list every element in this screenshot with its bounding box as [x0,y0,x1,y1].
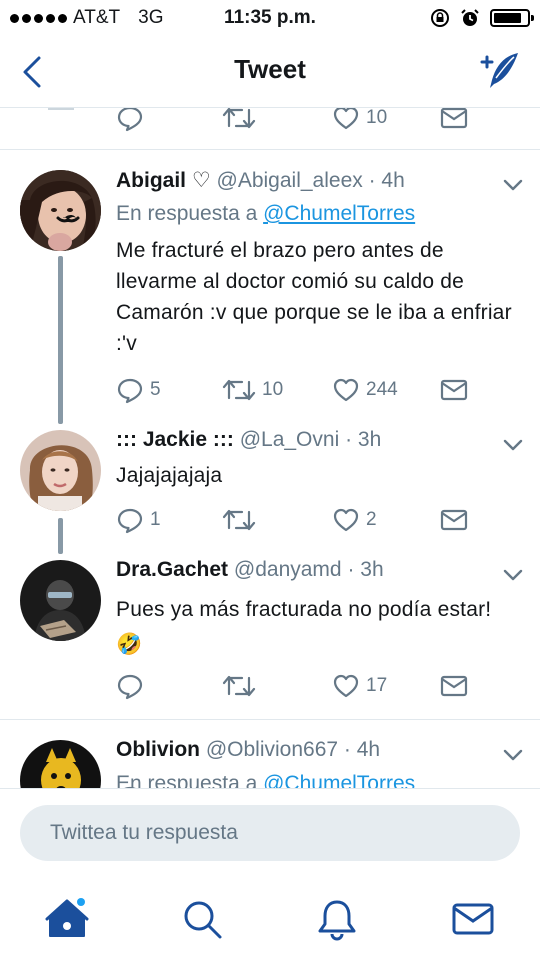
tweet-text: Me fracturé el brazo pero antes de lleva… [116,239,512,355]
like-count: 244 [366,379,398,400]
handle[interactable]: @Oblivion667 [206,738,338,761]
tweet-header: ::: Jackie ::: @La_Ovni · 3h [116,428,381,452]
tab-bar [0,878,540,960]
alarm-icon [461,9,479,26]
message-button[interactable] [440,376,468,404]
reply-button[interactable] [116,108,144,132]
home-icon[interactable] [44,896,90,942]
reply-icon [117,674,143,700]
heart-icon [333,108,359,130]
tweet-text: Pues ya más fracturada no podía estar! 🤣 [116,598,492,656]
chevron-down-icon[interactable] [500,432,526,458]
tweet-oblivion[interactable]: Oblivion @Oblivion667 · 4h En respuesta … [0,720,540,788]
reply-input[interactable]: Twittea tu respuesta [20,805,520,861]
reply-prefix: En respuesta a [116,202,258,225]
reply-button[interactable]: 1 [116,506,161,534]
avatar[interactable] [20,740,101,788]
previous-tweet-actions: 10 [0,108,540,148]
tweet-header: Abigail ♡ @Abigail_aleex · 4h [116,168,405,193]
page-title: Tweet [234,54,306,84]
reply-to-link[interactable]: @ChumelTorres [263,772,415,788]
tweet-header: Dra.Gachet @danyamd · 3h [116,558,384,582]
avatar-abigail [20,170,101,251]
timestamp: · 3h [345,428,382,451]
retweet-icon [222,675,256,697]
retweet-icon [222,509,256,531]
message-button[interactable] [440,672,468,700]
reply-icon [117,108,143,132]
handle[interactable]: @danyamd [234,558,342,581]
like-count: 2 [366,509,377,530]
reply-count: 1 [150,509,161,530]
message-button[interactable] [440,108,468,132]
compose-tweet-icon[interactable] [474,48,524,92]
tweet-abigail[interactable]: Abigail ♡ @Abigail_aleex · 4h En respues… [0,150,540,410]
avatar[interactable] [20,430,101,511]
avatar[interactable] [20,560,101,641]
retweet-button[interactable] [222,108,256,132]
avatar-jackie [20,430,101,511]
mail-icon [440,108,468,129]
heart-icon [333,508,359,532]
mail-icon[interactable] [450,896,496,942]
reply-context: En respuesta a @ChumelTorres [116,772,415,788]
timestamp: · 4h [368,169,405,192]
tweet-jackie[interactable]: ::: Jackie ::: @La_Ovni · 3h Jajajajajaj… [0,410,540,540]
bell-icon[interactable] [314,896,360,942]
timestamp: · 4h [343,738,381,761]
tweet-text: Jajajajajaja [116,464,223,487]
mail-icon [440,379,468,401]
retweet-button[interactable] [222,672,256,700]
heart-icon [333,674,359,698]
retweet-count: 10 [262,379,284,400]
rotation-lock-icon [431,9,449,27]
avatar-dra-gachet [20,560,101,641]
display-name[interactable]: Abigail ♡ [116,169,211,192]
reply-button[interactable] [116,672,144,700]
chevron-down-icon[interactable] [500,172,526,198]
timestamp: · 3h [347,558,384,581]
reply-composer-bar: Twittea tu respuesta [0,788,540,878]
like-count: 10 [366,108,388,128]
reply-button[interactable]: 5 [116,376,161,404]
chevron-down-icon[interactable] [500,562,526,588]
display-name[interactable]: Oblivion [116,738,200,761]
reply-prefix: En respuesta a [116,772,258,788]
reply-context: En respuesta a @ChumelTorres [116,202,415,226]
chevron-down-icon[interactable] [500,742,526,768]
reply-icon [117,378,143,404]
reply-count: 5 [150,379,161,400]
search-icon[interactable] [179,896,225,942]
display-name[interactable]: ::: Jackie ::: [116,428,234,451]
battery-icon [490,9,534,27]
handle[interactable]: @Abigail_aleex [217,169,363,192]
status-bar: AT&T 3G 11:35 p.m. [0,0,540,36]
tweet-thread[interactable]: 10 Abigail ♡ @Abigail_aleex · 4h En resp… [0,108,540,788]
message-button[interactable] [440,506,468,534]
avatar[interactable] [20,170,101,251]
retweet-icon [222,108,256,129]
heart-icon [333,378,359,402]
handle[interactable]: @La_Ovni [240,428,340,451]
tweet-header: Oblivion @Oblivion667 · 4h [116,738,380,762]
like-button[interactable]: 10 [332,108,387,132]
display-name[interactable]: Dra.Gachet [116,558,228,581]
tweet-actions: 17 [0,672,540,712]
like-button[interactable]: 17 [332,672,387,700]
like-button[interactable]: 244 [332,376,398,404]
nav-bar: Tweet [0,36,540,108]
reply-icon [117,508,143,534]
avatar-oblivion [20,740,101,788]
retweet-icon [222,379,256,401]
retweet-button[interactable]: 10 [222,376,283,404]
reply-to-link[interactable]: @ChumelTorres [263,202,415,225]
retweet-button[interactable] [222,506,256,534]
like-button[interactable]: 2 [332,506,377,534]
mail-icon [440,675,468,697]
like-count: 17 [366,675,388,696]
battery-level [494,13,522,23]
mail-icon [440,509,468,531]
